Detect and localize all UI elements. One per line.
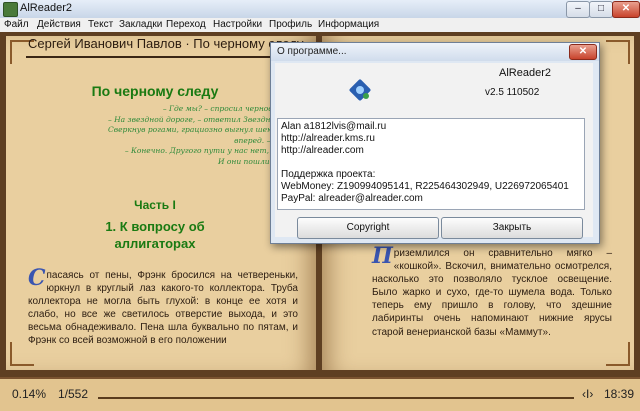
info-line: WebMoney: Z190994095141, R225464302949, … bbox=[281, 181, 569, 192]
minimize-button[interactable]: – bbox=[566, 1, 590, 18]
page-nav-icon[interactable]: ‹I› bbox=[582, 387, 593, 401]
menu-text[interactable]: Текст bbox=[88, 19, 113, 30]
menu-file[interactable]: Файл bbox=[4, 19, 29, 30]
close-dialog-button[interactable]: Закрыть bbox=[441, 217, 583, 239]
book-header: Сергей Иванович Павлов · По черному след… bbox=[28, 36, 304, 51]
dialog-info-box[interactable]: Alan a1812lvis@mail.ru http://alreader.k… bbox=[277, 118, 585, 210]
info-line: Alan a1812lvis@mail.ru bbox=[281, 121, 387, 132]
reading-progress-percent: 0.14% bbox=[12, 387, 47, 401]
info-line: PayPal: alreader@alreader.com bbox=[281, 193, 423, 204]
close-button[interactable]: ✕ bbox=[612, 1, 640, 18]
menu-bookmarks[interactable]: Закладки bbox=[119, 19, 162, 30]
dialog-version: v2.5 110502 bbox=[485, 87, 540, 98]
info-line: Поддержка проекта: bbox=[281, 169, 376, 180]
clock: 18:39 bbox=[604, 387, 635, 401]
app-icon bbox=[3, 2, 18, 17]
menu-info[interactable]: Информация bbox=[318, 19, 379, 30]
dialog-body: AlReader2 v2.5 110502 Alan a1812lvis@mai… bbox=[275, 63, 593, 239]
chapter-heading: 1. К вопросу об аллигаторах bbox=[0, 218, 310, 252]
window-title: AlReader2 bbox=[20, 2, 72, 14]
menu-goto[interactable]: Переход bbox=[166, 19, 206, 30]
dialog-close-button[interactable]: ✕ bbox=[569, 44, 597, 60]
about-dialog: О программе... ✕ AlReader2 v2.5 110502 A… bbox=[270, 42, 600, 244]
info-line: http://alreader.kms.ru bbox=[281, 133, 375, 144]
progress-slider[interactable] bbox=[98, 397, 574, 399]
drop-cap: С bbox=[28, 265, 46, 291]
chapter-line: 1. К вопросу об bbox=[105, 219, 205, 234]
app-logo-icon bbox=[349, 79, 371, 101]
drop-cap: П bbox=[372, 243, 393, 269]
menu-bar: Файл Действия Текст Закладки Переход Нас… bbox=[0, 18, 640, 33]
title-bar: AlReader2 – □ ✕ bbox=[0, 0, 640, 19]
header-divider bbox=[26, 56, 310, 58]
paragraph: пасаясь от пены, Фрэнк бросился на четве… bbox=[28, 270, 298, 347]
menu-profile[interactable]: Профиль bbox=[269, 19, 312, 30]
info-line: http://alreader.com bbox=[281, 145, 364, 156]
dialog-title: О программе... bbox=[277, 46, 347, 57]
paragraph: риземлился он сравнительно мягко – «кошк… bbox=[372, 248, 612, 338]
menu-settings[interactable]: Настройки bbox=[213, 19, 262, 30]
corner-ornament bbox=[606, 40, 630, 64]
part-heading: Часть I bbox=[134, 198, 176, 212]
chapter-line: аллигаторах bbox=[114, 236, 196, 251]
book-title: По черному следу bbox=[91, 83, 219, 99]
right-page-text: Приземлился он сравнительно мягко – «кош… bbox=[372, 243, 612, 339]
status-bar: 0.14% 1/552 ‹I› 18:39 bbox=[0, 377, 640, 411]
corner-ornament bbox=[606, 342, 630, 366]
left-page-text: Спасаясь от пены, Фрэнк бросился на четв… bbox=[28, 265, 298, 348]
dialog-app-name: AlReader2 bbox=[499, 67, 551, 79]
dialog-title-bar: О программе... ✕ bbox=[271, 43, 599, 61]
copyright-button[interactable]: Copyright bbox=[297, 217, 439, 239]
maximize-button[interactable]: □ bbox=[589, 1, 613, 18]
menu-actions[interactable]: Действия bbox=[37, 19, 81, 30]
page-counter: 1/552 bbox=[58, 387, 89, 401]
